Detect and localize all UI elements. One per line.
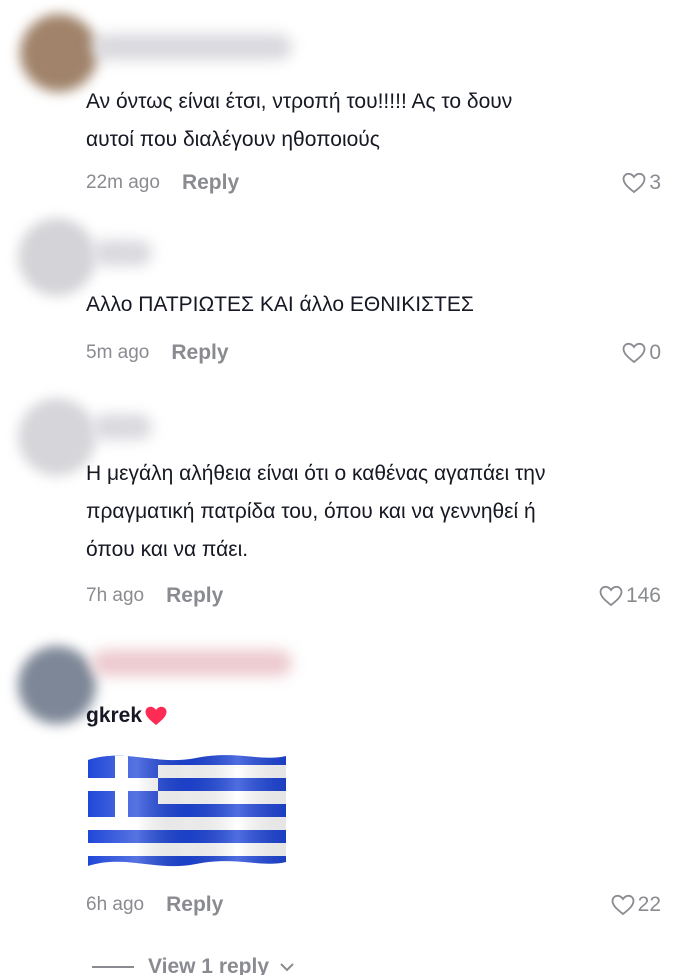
reply-button[interactable]: Reply: [166, 893, 223, 917]
comment-text: Η μεγάλη αλήθεια είναι ότι ο καθένας αγα…: [86, 455, 666, 569]
heart-outline-icon: [622, 342, 646, 364]
greek-flag-sticker: [88, 755, 286, 867]
username-blurred[interactable]: [92, 240, 152, 266]
username-blurred[interactable]: [92, 650, 292, 676]
like-button[interactable]: 3: [622, 171, 661, 195]
comment-meta: 6h ago Reply 22: [86, 890, 661, 920]
avatar[interactable]: [18, 218, 96, 296]
like-button[interactable]: 22: [611, 893, 661, 917]
timestamp: 5m ago: [86, 342, 150, 363]
comment-meta: 7h ago Reply 146: [86, 581, 661, 611]
like-count: 22: [637, 893, 661, 916]
reply-button[interactable]: Reply: [182, 171, 239, 195]
reply-button[interactable]: Reply: [171, 341, 228, 365]
timestamp: 7h ago: [86, 585, 145, 606]
like-count: 3: [649, 171, 661, 194]
comment-text-line: όπου και να πάει.: [86, 538, 249, 561]
divider-line: [92, 966, 134, 968]
comment-feed: Αν όντως είναι έτσι, ντροπή του!!!!! Ας …: [0, 0, 675, 975]
avatar[interactable]: [18, 398, 96, 476]
comment-text-line: Η μεγάλη αλήθεια είναι ότι ο καθένας αγα…: [86, 462, 546, 485]
comment-meta: 5m ago Reply 0: [86, 338, 661, 368]
comment-text-line: Αλλο ΠΑΤΡΙΩΤΕΣ ΚΑΙ άλλο ΕΘΝΙΚΙΣΤΕΣ: [86, 293, 474, 316]
comment-text-line: Αν όντως είναι έτσι, ντροπή του!!!!! Ας …: [86, 90, 513, 113]
like-count: 0: [649, 341, 661, 364]
like-button[interactable]: 146: [599, 584, 661, 608]
username-blurred[interactable]: [92, 34, 292, 60]
reply-mention: gkrek: [86, 704, 168, 728]
heart-outline-icon: [599, 585, 623, 607]
comment-text: Αλλο ΠΑΤΡΙΩΤΕΣ ΚΑΙ άλλο ΕΘΝΙΚΙΣΤΕΣ: [86, 286, 666, 324]
timestamp: 6h ago: [86, 894, 145, 915]
username-blurred[interactable]: [92, 414, 152, 440]
view-replies-label: View 1 reply: [148, 955, 270, 975]
timestamp: 22m ago: [86, 172, 160, 193]
like-button[interactable]: 0: [622, 341, 661, 365]
avatar[interactable]: [20, 14, 98, 92]
reply-button[interactable]: Reply: [166, 584, 223, 608]
heart-outline-icon: [611, 894, 635, 916]
comment-text: Αν όντως είναι έτσι, ντροπή του!!!!! Ας …: [86, 83, 666, 159]
mention-username[interactable]: gkrek: [86, 704, 142, 728]
comment-meta: 22m ago Reply 3: [86, 168, 661, 198]
view-replies-button[interactable]: View 1 reply: [92, 955, 295, 975]
comment-text-line: αυτοί που διαλέγουν ηθοποιούς: [86, 128, 380, 151]
comment-text-line: πραγματική πατρίδα του, όπου και να γενν…: [86, 500, 536, 523]
heart-outline-icon: [622, 172, 646, 194]
chevron-down-icon: [280, 963, 294, 972]
heart-filled-icon: [145, 706, 167, 725]
like-count: 146: [625, 584, 661, 607]
avatar[interactable]: [18, 646, 96, 724]
